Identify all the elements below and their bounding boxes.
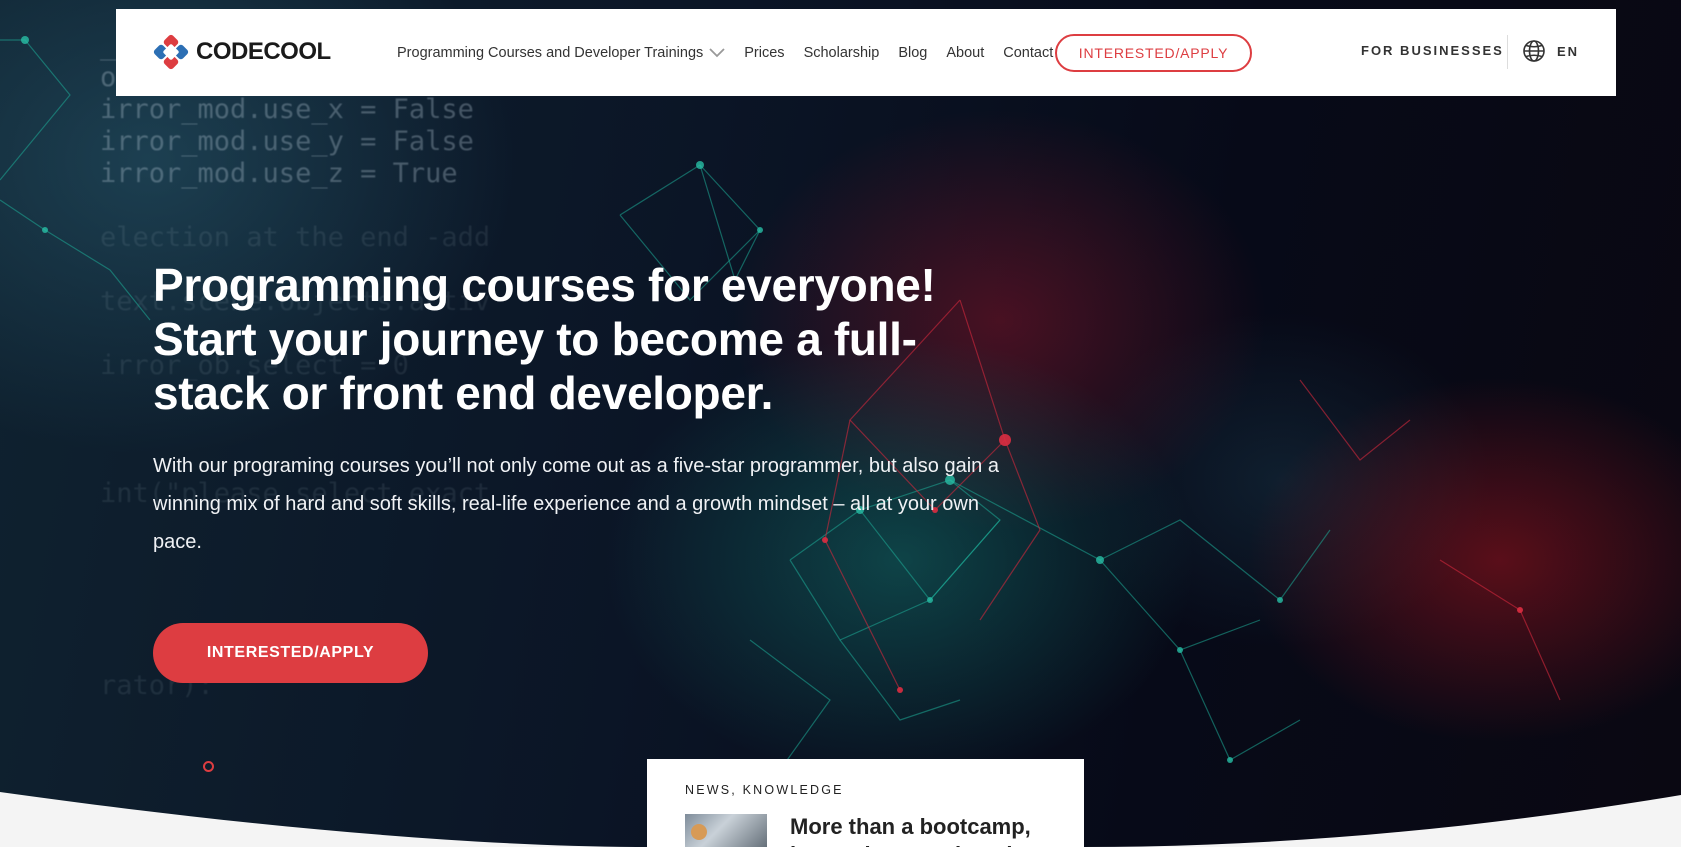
nav-item-contact[interactable]: Contact xyxy=(1003,45,1053,61)
hero-title: Programming courses for everyone! Start … xyxy=(153,258,1013,420)
nav-item-courses[interactable]: Programming Courses and Developer Traini… xyxy=(397,45,725,61)
network-graphic xyxy=(0,36,1561,771)
news-title: More than a bootcamp, better than a univ… xyxy=(790,814,1032,847)
nav-item-about[interactable]: About xyxy=(946,45,984,61)
hero-title-line: stack or front end developer. xyxy=(153,367,774,419)
nav-item-blog[interactable]: Blog xyxy=(898,45,927,61)
globe-icon xyxy=(1523,40,1545,62)
logo-text: CODECOOL xyxy=(196,38,331,65)
hero-apply-button[interactable]: INTERESTED/APPLY xyxy=(153,623,428,683)
hero-title-line: Start your journey to become a full- xyxy=(153,313,917,365)
site-header: CODECOOL Programming Courses and Develop… xyxy=(116,9,1616,96)
hero-description: With our programing courses you’ll not o… xyxy=(153,455,999,553)
news-thumbnail xyxy=(685,814,767,847)
nav-item-prices[interactable]: Prices xyxy=(744,45,784,61)
header-apply-button[interactable]: INTERESTED/APPLY xyxy=(1055,34,1252,72)
news-card[interactable]: NEWS, KNOWLEDGE More than a bootcamp, be… xyxy=(647,759,1084,847)
codecool-logo-icon xyxy=(153,34,189,70)
language-selector[interactable]: EN xyxy=(1522,39,1579,63)
header-divider xyxy=(1507,35,1508,69)
slider-dot[interactable] xyxy=(203,761,214,772)
hero-background: _mirror_mod.use_x = Falseoperation == "M… xyxy=(0,0,1681,847)
language-label: EN xyxy=(1557,43,1580,59)
news-category: NEWS, KNOWLEDGE xyxy=(685,783,844,797)
logo[interactable]: CODECOOL xyxy=(152,33,331,71)
main-nav: Programming Courses and Developer Traini… xyxy=(397,9,1072,96)
nav-item-label: Programming Courses and Developer Traini… xyxy=(397,44,704,61)
nav-item-scholarship[interactable]: Scholarship xyxy=(804,45,880,61)
for-businesses-link[interactable]: FOR BUSINESSES xyxy=(1361,43,1504,58)
chevron-down-icon xyxy=(709,47,725,57)
hero-title-line: Programming courses for everyone! xyxy=(153,259,936,311)
